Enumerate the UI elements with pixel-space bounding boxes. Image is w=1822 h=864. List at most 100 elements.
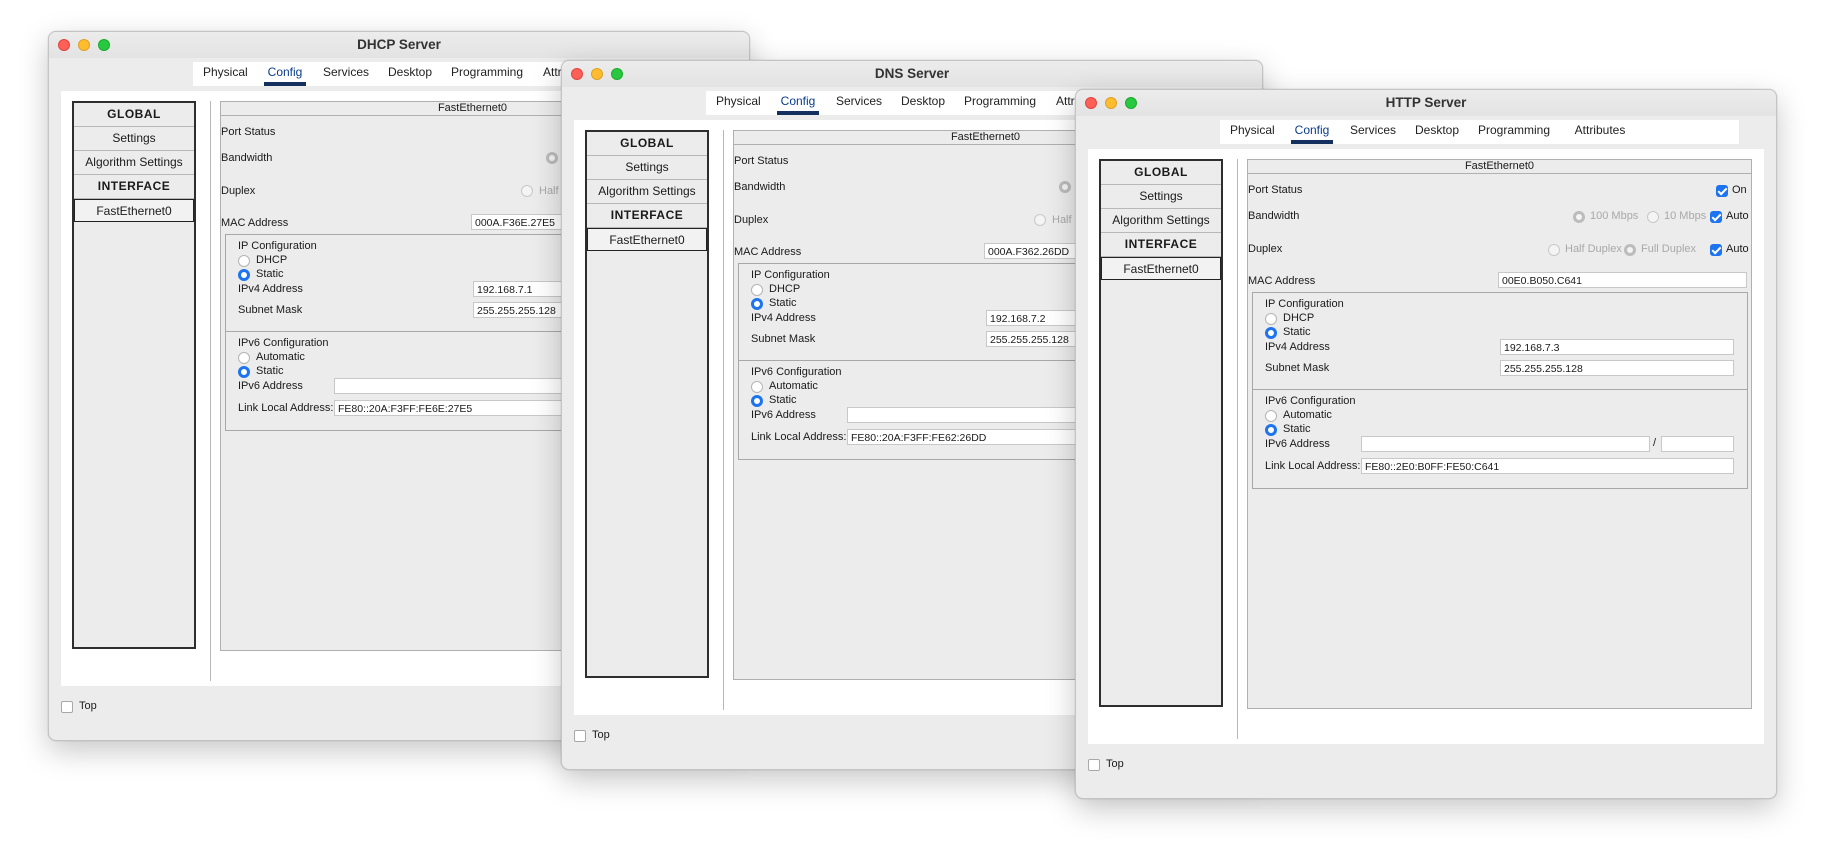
link-local-label: Link Local Address: bbox=[1265, 460, 1361, 472]
tab-physical[interactable]: Physical bbox=[716, 91, 761, 115]
tab-services[interactable]: Services bbox=[323, 62, 369, 86]
subnet-mask-label: Subnet Mask bbox=[238, 304, 303, 316]
bandwidth-100-radio[interactable] bbox=[546, 152, 558, 164]
link-local-label: Link Local Address: bbox=[751, 431, 847, 443]
tab-attributes[interactable]: Attributes bbox=[1570, 120, 1630, 144]
duplex-label: Duplex bbox=[221, 185, 256, 197]
tab-services[interactable]: Services bbox=[1350, 120, 1396, 144]
duplex-auto-checkbox[interactable] bbox=[1710, 244, 1722, 256]
mac-address-label: MAC Address bbox=[221, 217, 289, 229]
ipv6-static-label: Static bbox=[256, 365, 284, 377]
sidebar-header-global: GLOBAL bbox=[1101, 161, 1221, 185]
tab-services[interactable]: Services bbox=[836, 91, 882, 115]
ipv6-static-label: Static bbox=[1283, 423, 1311, 435]
tab-programming[interactable]: Programming bbox=[451, 62, 523, 86]
tab-desktop[interactable]: Desktop bbox=[1415, 120, 1459, 144]
tab-desktop[interactable]: Desktop bbox=[901, 91, 945, 115]
ipv6-configuration-group: IPv6 Configuration Automatic Static IPv6… bbox=[1252, 389, 1748, 489]
top-label: Top bbox=[592, 729, 610, 741]
top-checkbox[interactable] bbox=[1088, 759, 1100, 771]
tab-config[interactable]: Config bbox=[777, 91, 819, 115]
splitter[interactable] bbox=[210, 101, 211, 681]
sidebar-item-settings[interactable]: Settings bbox=[74, 127, 194, 151]
half-duplex-radio[interactable] bbox=[1548, 244, 1560, 256]
splitter[interactable] bbox=[1237, 159, 1238, 739]
sidebar-item-settings[interactable]: Settings bbox=[1101, 185, 1221, 209]
top-checkbox[interactable] bbox=[574, 730, 586, 742]
sidebar-item-algorithm-settings[interactable]: Algorithm Settings bbox=[1101, 209, 1221, 233]
bandwidth-100-label: 100 Mbps bbox=[1590, 210, 1639, 222]
static-radio[interactable] bbox=[1265, 327, 1277, 339]
window-titlebar[interactable]: HTTP Server bbox=[1076, 90, 1776, 116]
automatic-radio[interactable] bbox=[238, 352, 250, 364]
half-duplex-label: Half bbox=[1052, 214, 1072, 226]
static-radio[interactable] bbox=[751, 298, 763, 310]
interface-config: FastEthernet0 Port Status On Bandwidth 1… bbox=[1247, 159, 1752, 709]
port-status-label: Port Status bbox=[1248, 184, 1303, 196]
sidebar-item-fastethernet0[interactable]: FastEthernet0 bbox=[1101, 257, 1221, 280]
sidebar-item-fastethernet0[interactable]: FastEthernet0 bbox=[74, 199, 194, 222]
half-duplex-radio[interactable] bbox=[521, 185, 533, 197]
automatic-radio[interactable] bbox=[751, 381, 763, 393]
window-title: HTTP Server bbox=[1385, 95, 1467, 110]
splitter[interactable] bbox=[723, 130, 724, 710]
tab-desktop[interactable]: Desktop bbox=[388, 62, 432, 86]
bandwidth-auto-label: Auto bbox=[1726, 210, 1749, 222]
dhcp-radio[interactable] bbox=[751, 284, 763, 296]
static-radio[interactable] bbox=[238, 269, 250, 281]
ipv6-static-radio[interactable] bbox=[751, 395, 763, 407]
static-label: Static bbox=[256, 268, 284, 280]
prefix-slash: / bbox=[1653, 437, 1657, 449]
ipv6-address-label: IPv6 Address bbox=[1265, 438, 1330, 450]
window-titlebar[interactable]: DHCP Server bbox=[49, 32, 749, 58]
sidebar-header-interface: INTERFACE bbox=[74, 175, 194, 199]
dhcp-radio[interactable] bbox=[238, 255, 250, 267]
ipv6-address-field[interactable] bbox=[1361, 436, 1650, 452]
window-titlebar[interactable]: DNS Server bbox=[562, 61, 1262, 87]
mac-address-field[interactable]: 00E0.B050.C641 bbox=[1498, 272, 1747, 288]
interface-title: FastEthernet0 bbox=[1248, 160, 1751, 174]
subnet-mask-field[interactable]: 255.255.255.128 bbox=[1500, 360, 1734, 376]
sidebar-item-settings[interactable]: Settings bbox=[587, 156, 707, 180]
full-duplex-label: Full Duplex bbox=[1641, 243, 1697, 255]
tab-physical[interactable]: Physical bbox=[1230, 120, 1275, 144]
port-status-on-checkbox[interactable] bbox=[1716, 185, 1728, 197]
ipv6-static-label: Static bbox=[769, 394, 797, 406]
tab-programming[interactable]: Programming bbox=[1478, 120, 1550, 144]
settings-sidebar: GLOBAL Settings Algorithm Settings INTER… bbox=[585, 130, 709, 678]
bandwidth-label: Bandwidth bbox=[1248, 210, 1300, 222]
tab-config[interactable]: Config bbox=[264, 62, 306, 86]
ipv6-static-radio[interactable] bbox=[238, 366, 250, 378]
tab-programming[interactable]: Programming bbox=[964, 91, 1036, 115]
bandwidth-100-radio[interactable] bbox=[1573, 211, 1585, 223]
sidebar-header-global: GLOBAL bbox=[74, 103, 194, 127]
bandwidth-100-radio[interactable] bbox=[1059, 181, 1071, 193]
ipv6-static-radio[interactable] bbox=[1265, 424, 1277, 436]
link-local-field[interactable]: FE80::2E0:B0FF:FE50:C641 bbox=[1361, 458, 1734, 474]
tab-bar: Physical Config Services Desktop Program… bbox=[1220, 120, 1739, 144]
sidebar-header-global: GLOBAL bbox=[587, 132, 707, 156]
half-duplex-label: Half bbox=[539, 185, 559, 197]
ip-configuration-label: IP Configuration bbox=[1265, 298, 1344, 310]
tab-physical[interactable]: Physical bbox=[203, 62, 248, 86]
ipv4-label: IPv4 Address bbox=[238, 283, 303, 295]
automatic-radio[interactable] bbox=[1265, 410, 1277, 422]
bandwidth-10-radio[interactable] bbox=[1647, 211, 1659, 223]
sidebar-item-fastethernet0[interactable]: FastEthernet0 bbox=[587, 228, 707, 251]
ipv4-field[interactable]: 192.168.7.3 bbox=[1500, 339, 1734, 355]
static-label: Static bbox=[769, 297, 797, 309]
dhcp-radio[interactable] bbox=[1265, 313, 1277, 325]
sidebar-item-algorithm-settings[interactable]: Algorithm Settings bbox=[74, 151, 194, 175]
bandwidth-label: Bandwidth bbox=[734, 181, 786, 193]
bandwidth-auto-checkbox[interactable] bbox=[1710, 211, 1722, 223]
top-label: Top bbox=[1106, 758, 1124, 770]
tab-config[interactable]: Config bbox=[1291, 120, 1333, 144]
sidebar-item-algorithm-settings[interactable]: Algorithm Settings bbox=[587, 180, 707, 204]
settings-sidebar: GLOBAL Settings Algorithm Settings INTER… bbox=[1099, 159, 1223, 707]
top-checkbox[interactable] bbox=[61, 701, 73, 713]
mac-address-label: MAC Address bbox=[1248, 275, 1316, 287]
ipv6-prefix-field[interactable] bbox=[1661, 436, 1734, 452]
half-duplex-radio[interactable] bbox=[1034, 214, 1046, 226]
full-duplex-radio[interactable] bbox=[1624, 244, 1636, 256]
ipv6-configuration-label: IPv6 Configuration bbox=[1265, 395, 1356, 407]
